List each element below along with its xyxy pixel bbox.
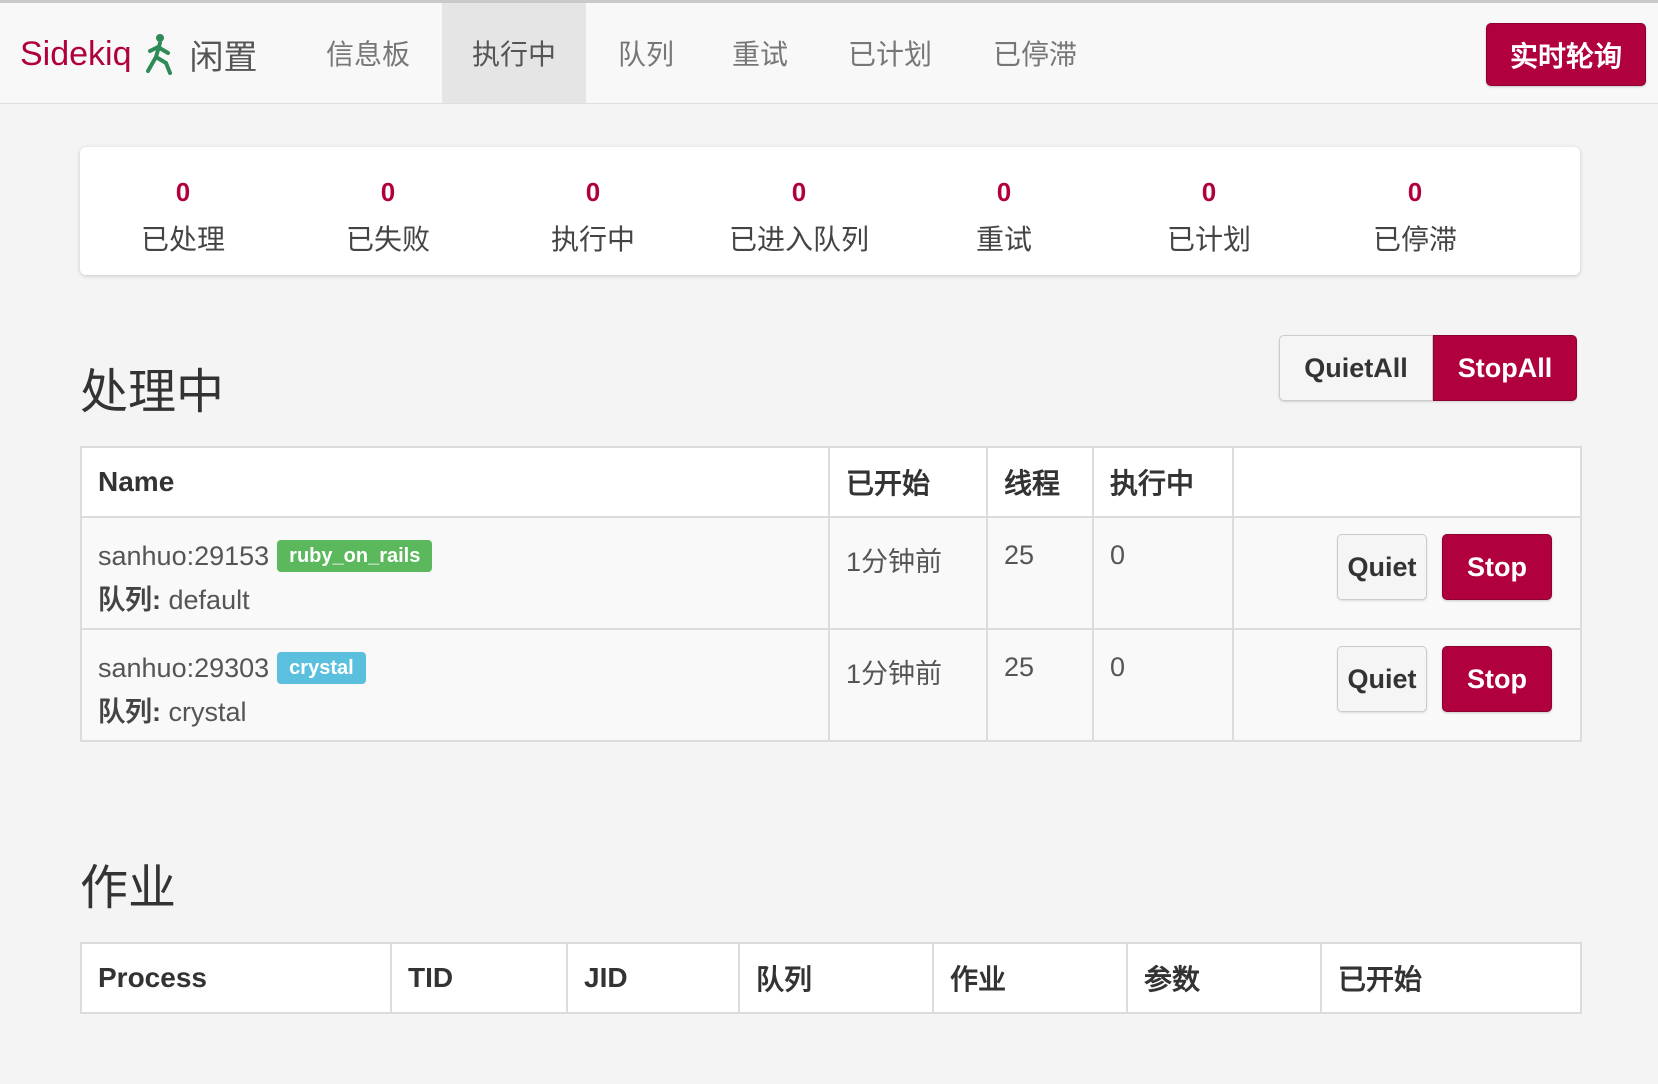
stat-count: 0 — [1407, 177, 1423, 207]
nav-item-label: 队列 — [617, 39, 674, 70]
process-threads: 25 — [986, 628, 1094, 742]
column-header-actions — [1232, 446, 1582, 518]
quiet-all-button[interactable]: QuietAll — [1279, 335, 1433, 401]
nav-item-label: 信息板 — [325, 39, 410, 70]
stat-count: 0 — [791, 177, 807, 207]
stop-all-button[interactable]: StopAll — [1433, 335, 1577, 401]
stat-dead[interactable]: 0 已停滞 — [1312, 147, 1518, 275]
stats-summary-bar: 0 已处理 0 已失败 0 执行中 0 已进入队列 0 重试 0 已计划 0 已… — [80, 147, 1580, 275]
column-header-tid: TID — [390, 942, 568, 1014]
stop-button[interactable]: Stop — [1442, 534, 1552, 600]
column-header-jid: JID — [566, 942, 740, 1014]
sidekiq-logo-icon — [145, 34, 172, 75]
column-header-name: Name — [80, 446, 830, 518]
process-hostname: sanhuo:29153 — [98, 540, 270, 571]
stop-button[interactable]: Stop — [1442, 646, 1552, 712]
stat-processed[interactable]: 0 已处理 — [80, 147, 286, 275]
column-header-job: 作业 — [932, 942, 1128, 1014]
stat-count: 0 — [996, 177, 1012, 207]
processes-title: 处理中 — [80, 366, 225, 419]
process-queues: crystal — [168, 697, 247, 727]
nav-item-label: 已停滞 — [992, 39, 1077, 70]
quiet-button[interactable]: Quiet — [1337, 534, 1427, 600]
stat-retries[interactable]: 0 重试 — [901, 147, 1107, 275]
process-started: 1分钟前 — [828, 516, 988, 630]
live-poll-button[interactable]: 实时轮询 — [1486, 23, 1646, 86]
brand[interactable]: Sidekiq 闲置 — [20, 29, 258, 79]
nav-item-label: 执行中 — [471, 39, 556, 70]
process-hostname: sanhuo:29303 — [98, 652, 270, 683]
stat-failed[interactable]: 0 已失败 — [285, 147, 491, 275]
nav-item-label: 重试 — [731, 39, 788, 70]
process-bulk-actions: QuietAll StopAll — [1279, 335, 1577, 401]
stat-label: 执行中 — [550, 224, 635, 255]
queue-label: 队列: — [98, 585, 161, 615]
process-queues: default — [168, 585, 250, 615]
stat-label: 已计划 — [1166, 224, 1251, 255]
brand-status: 闲置 — [189, 38, 258, 77]
stat-label: 已进入队列 — [728, 224, 869, 255]
process-started: 1分钟前 — [828, 628, 988, 742]
column-header-started: 已开始 — [1320, 942, 1582, 1014]
process-actions-cell: Quiet Stop — [1232, 516, 1582, 630]
stat-count: 0 — [380, 177, 396, 207]
nav-item-dead[interactable]: 已停滞 — [974, 3, 1096, 103]
nav-item-label: 已计划 — [847, 39, 932, 70]
table-header-row: Process TID JID 队列 作业 参数 已开始 — [80, 942, 1582, 1014]
top-navbar: Sidekiq 闲置 信息板 执行中 队列 重试 已计划 已停滞 实时轮询 — [0, 0, 1658, 104]
process-threads: 25 — [986, 516, 1094, 630]
process-actions-cell: Quiet Stop — [1232, 628, 1582, 742]
stat-count: 0 — [585, 177, 601, 207]
nav-item-dashboard[interactable]: 信息板 — [306, 3, 430, 103]
stat-enqueued[interactable]: 0 已进入队列 — [696, 147, 902, 275]
column-header-arguments: 参数 — [1126, 942, 1322, 1014]
column-header-busy: 执行中 — [1092, 446, 1234, 518]
table-header-row: Name 已开始 线程 执行中 — [80, 446, 1582, 518]
process-tag: ruby_on_rails — [277, 540, 433, 572]
stat-count: 0 — [175, 177, 191, 207]
nav-item-scheduled[interactable]: 已计划 — [830, 3, 950, 103]
quiet-button[interactable]: Quiet — [1337, 646, 1427, 712]
nav-item-busy[interactable]: 执行中 — [442, 3, 586, 103]
process-name-cell: sanhuo:29153 ruby_on_rails 队列: default — [80, 516, 830, 630]
column-header-started: 已开始 — [828, 446, 988, 518]
process-tag: crystal — [277, 652, 366, 684]
table-row: sanhuo:29153 ruby_on_rails 队列: default 1… — [80, 516, 1582, 630]
nav-item-retries[interactable]: 重试 — [714, 3, 806, 103]
queue-label: 队列: — [98, 697, 161, 727]
stat-label: 已停滞 — [1372, 224, 1457, 255]
stat-label: 已处理 — [140, 224, 225, 255]
stat-count: 0 — [1201, 177, 1217, 207]
column-header-queue: 队列 — [738, 942, 934, 1014]
process-busy: 0 — [1092, 628, 1234, 742]
table-row: sanhuo:29303 crystal 队列: crystal 1分钟前 25… — [80, 628, 1582, 742]
column-header-threads: 线程 — [986, 446, 1094, 518]
column-header-process: Process — [80, 942, 392, 1014]
processes-table: Name 已开始 线程 执行中 sanhuo:29153 ruby_on_rai… — [80, 446, 1582, 742]
stat-label: 重试 — [975, 224, 1032, 255]
stat-scheduled[interactable]: 0 已计划 — [1106, 147, 1312, 275]
stat-label: 已失败 — [345, 224, 430, 255]
nav-item-queues[interactable]: 队列 — [596, 3, 696, 103]
stat-busy[interactable]: 0 执行中 — [490, 147, 696, 275]
jobs-title: 作业 — [80, 862, 177, 915]
process-name-cell: sanhuo:29303 crystal 队列: crystal — [80, 628, 830, 742]
jobs-table: Process TID JID 队列 作业 参数 已开始 — [80, 942, 1582, 1014]
process-busy: 0 — [1092, 516, 1234, 630]
brand-name[interactable]: Sidekiq — [20, 35, 132, 74]
